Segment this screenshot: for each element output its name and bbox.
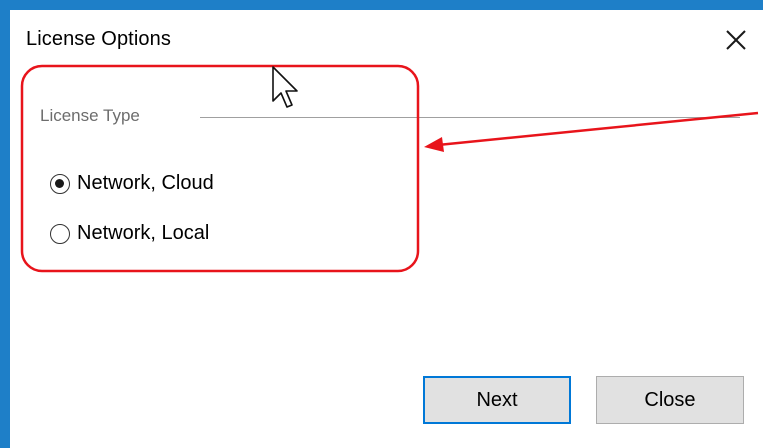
radio-button-unselected-icon[interactable]	[50, 223, 70, 244]
radio-network-cloud[interactable]: Network, Cloud	[50, 172, 214, 195]
license-type-group-label: License Type	[40, 106, 146, 126]
dialog-title: License Options	[26, 28, 171, 50]
radio-label-network-local: Network, Local	[77, 222, 210, 244]
license-options-dialog: License Options License Type Network, Cl…	[10, 10, 763, 448]
close-icon[interactable]	[722, 26, 750, 54]
radio-label-network-cloud: Network, Cloud	[77, 172, 214, 194]
next-button[interactable]: Next	[423, 376, 571, 424]
group-divider	[200, 117, 740, 118]
radio-network-local[interactable]: Network, Local	[50, 222, 209, 245]
radio-button-selected-icon[interactable]	[50, 173, 70, 194]
close-button[interactable]: Close	[596, 376, 744, 424]
mouse-pointer-icon	[272, 66, 298, 108]
radio-dot	[55, 178, 64, 188]
